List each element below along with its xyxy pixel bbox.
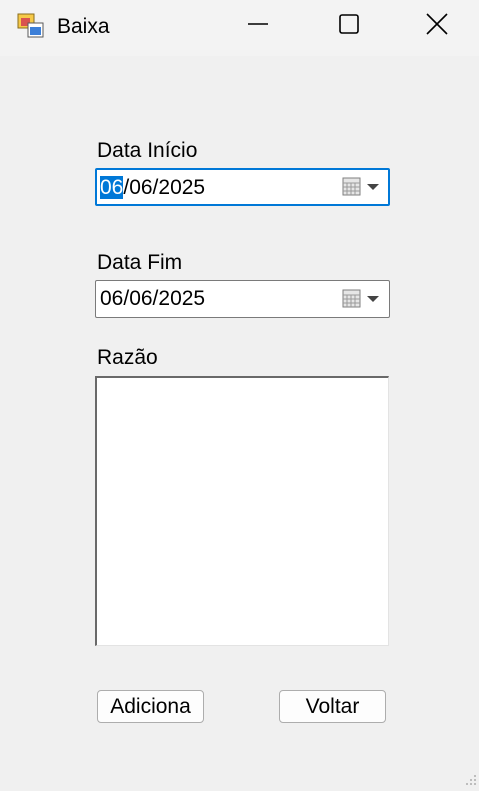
start-date-dropdown-button[interactable]: [342, 177, 382, 199]
window-title: Baixa: [57, 15, 110, 38]
chevron-down-icon: [366, 291, 380, 309]
start-date-picker[interactable]: 06/06/2025: [95, 168, 390, 206]
minimize-icon: [247, 13, 269, 40]
chevron-down-icon: [366, 179, 380, 197]
calendar-icon: [342, 176, 362, 201]
app-icon: [17, 13, 45, 39]
start-date-value[interactable]: 06/06/2025: [100, 176, 205, 200]
maximize-button[interactable]: [303, 0, 395, 52]
start-date-label: Data Início: [97, 139, 198, 162]
end-date-label: Data Fim: [97, 251, 183, 274]
start-date-rest: /06/2025: [123, 176, 206, 199]
minimize-button[interactable]: [212, 0, 304, 52]
title-bar: Baixa: [0, 0, 479, 56]
start-date-day-selected: 06: [100, 176, 124, 199]
close-icon: [425, 12, 449, 41]
back-button[interactable]: Voltar: [279, 690, 386, 723]
end-date-value[interactable]: 06/06/2025: [100, 287, 205, 311]
end-date-picker[interactable]: 06/06/2025: [95, 280, 390, 318]
reason-textarea[interactable]: [95, 376, 389, 646]
close-button[interactable]: [395, 0, 479, 52]
size-grip-icon[interactable]: [465, 773, 477, 785]
reason-label: Razão: [97, 346, 158, 369]
end-date-dropdown-button[interactable]: [342, 289, 382, 311]
calendar-icon: [342, 288, 362, 313]
maximize-icon: [338, 13, 360, 40]
add-button[interactable]: Adiciona: [97, 690, 204, 723]
